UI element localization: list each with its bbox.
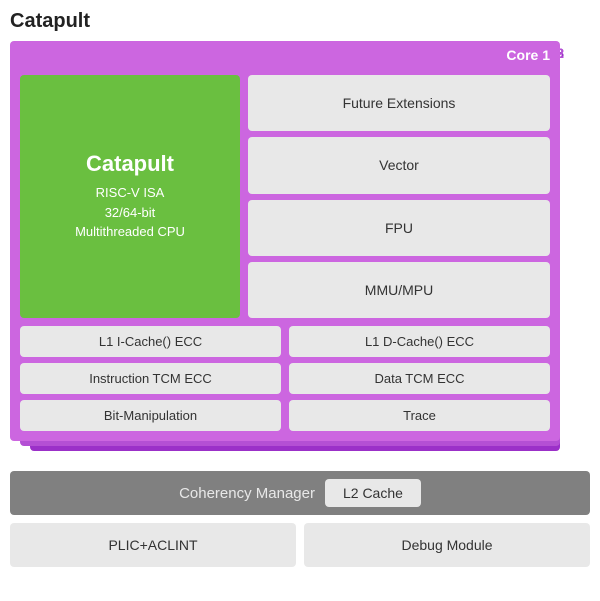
plic-debug-bar: PLIC+ACLINT Debug Module xyxy=(10,523,590,567)
instruction-tcm-box: Instruction TCM ECC xyxy=(20,363,281,394)
feature-fpu: FPU xyxy=(248,200,550,256)
core-1-layer: Core 1 Catapult RISC-V ISA32/64-bitMulti… xyxy=(10,41,560,441)
data-tcm-box: Data TCM ECC xyxy=(289,363,550,394)
cores-stack: 8 2 Core 1 Catapult RISC-V ISA32/64-bitM… xyxy=(10,41,570,461)
coherency-bar: Coherency Manager L2 Cache xyxy=(10,471,590,515)
cache-row: L1 I-Cache() ECC L1 D-Cache() ECC xyxy=(20,326,550,357)
coherency-label: Coherency Manager xyxy=(179,485,315,502)
core-bottom-rows: L1 I-Cache() ECC L1 D-Cache() ECC Instru… xyxy=(20,326,550,431)
core-1-label: Core 1 xyxy=(506,47,550,63)
page-title: Catapult xyxy=(10,10,590,33)
bottom-section: Coherency Manager L2 Cache PLIC+ACLINT D… xyxy=(10,471,590,567)
feature-mmu-mpu: MMU/MPU xyxy=(248,262,550,318)
tcm-row: Instruction TCM ECC Data TCM ECC xyxy=(20,363,550,394)
l1-icache-box: L1 I-Cache() ECC xyxy=(20,326,281,357)
core-inner: Catapult RISC-V ISA32/64-bitMultithreade… xyxy=(20,51,550,431)
debug-module-box: Debug Module xyxy=(304,523,590,567)
plic-box: PLIC+ACLINT xyxy=(10,523,296,567)
feature-vector: Vector xyxy=(248,137,550,193)
feature-future-extensions: Future Extensions xyxy=(248,75,550,131)
bit-manipulation-box: Bit-Manipulation xyxy=(20,400,281,431)
l2-cache-box: L2 Cache xyxy=(325,479,421,507)
core-top-row: Catapult RISC-V ISA32/64-bitMultithreade… xyxy=(20,75,550,318)
misc-row: Bit-Manipulation Trace xyxy=(20,400,550,431)
catapult-block-title: Catapult xyxy=(86,151,174,177)
catapult-block-subtitle: RISC-V ISA32/64-bitMultithreaded CPU xyxy=(75,183,185,242)
catapult-cpu-block: Catapult RISC-V ISA32/64-bitMultithreade… xyxy=(20,75,240,318)
page-container: Catapult 8 2 Core 1 Catapult RISC-V ISA3… xyxy=(0,0,600,601)
feature-column: Future Extensions Vector FPU MMU/MPU xyxy=(248,75,550,318)
trace-box: Trace xyxy=(289,400,550,431)
l1-dcache-box: L1 D-Cache() ECC xyxy=(289,326,550,357)
